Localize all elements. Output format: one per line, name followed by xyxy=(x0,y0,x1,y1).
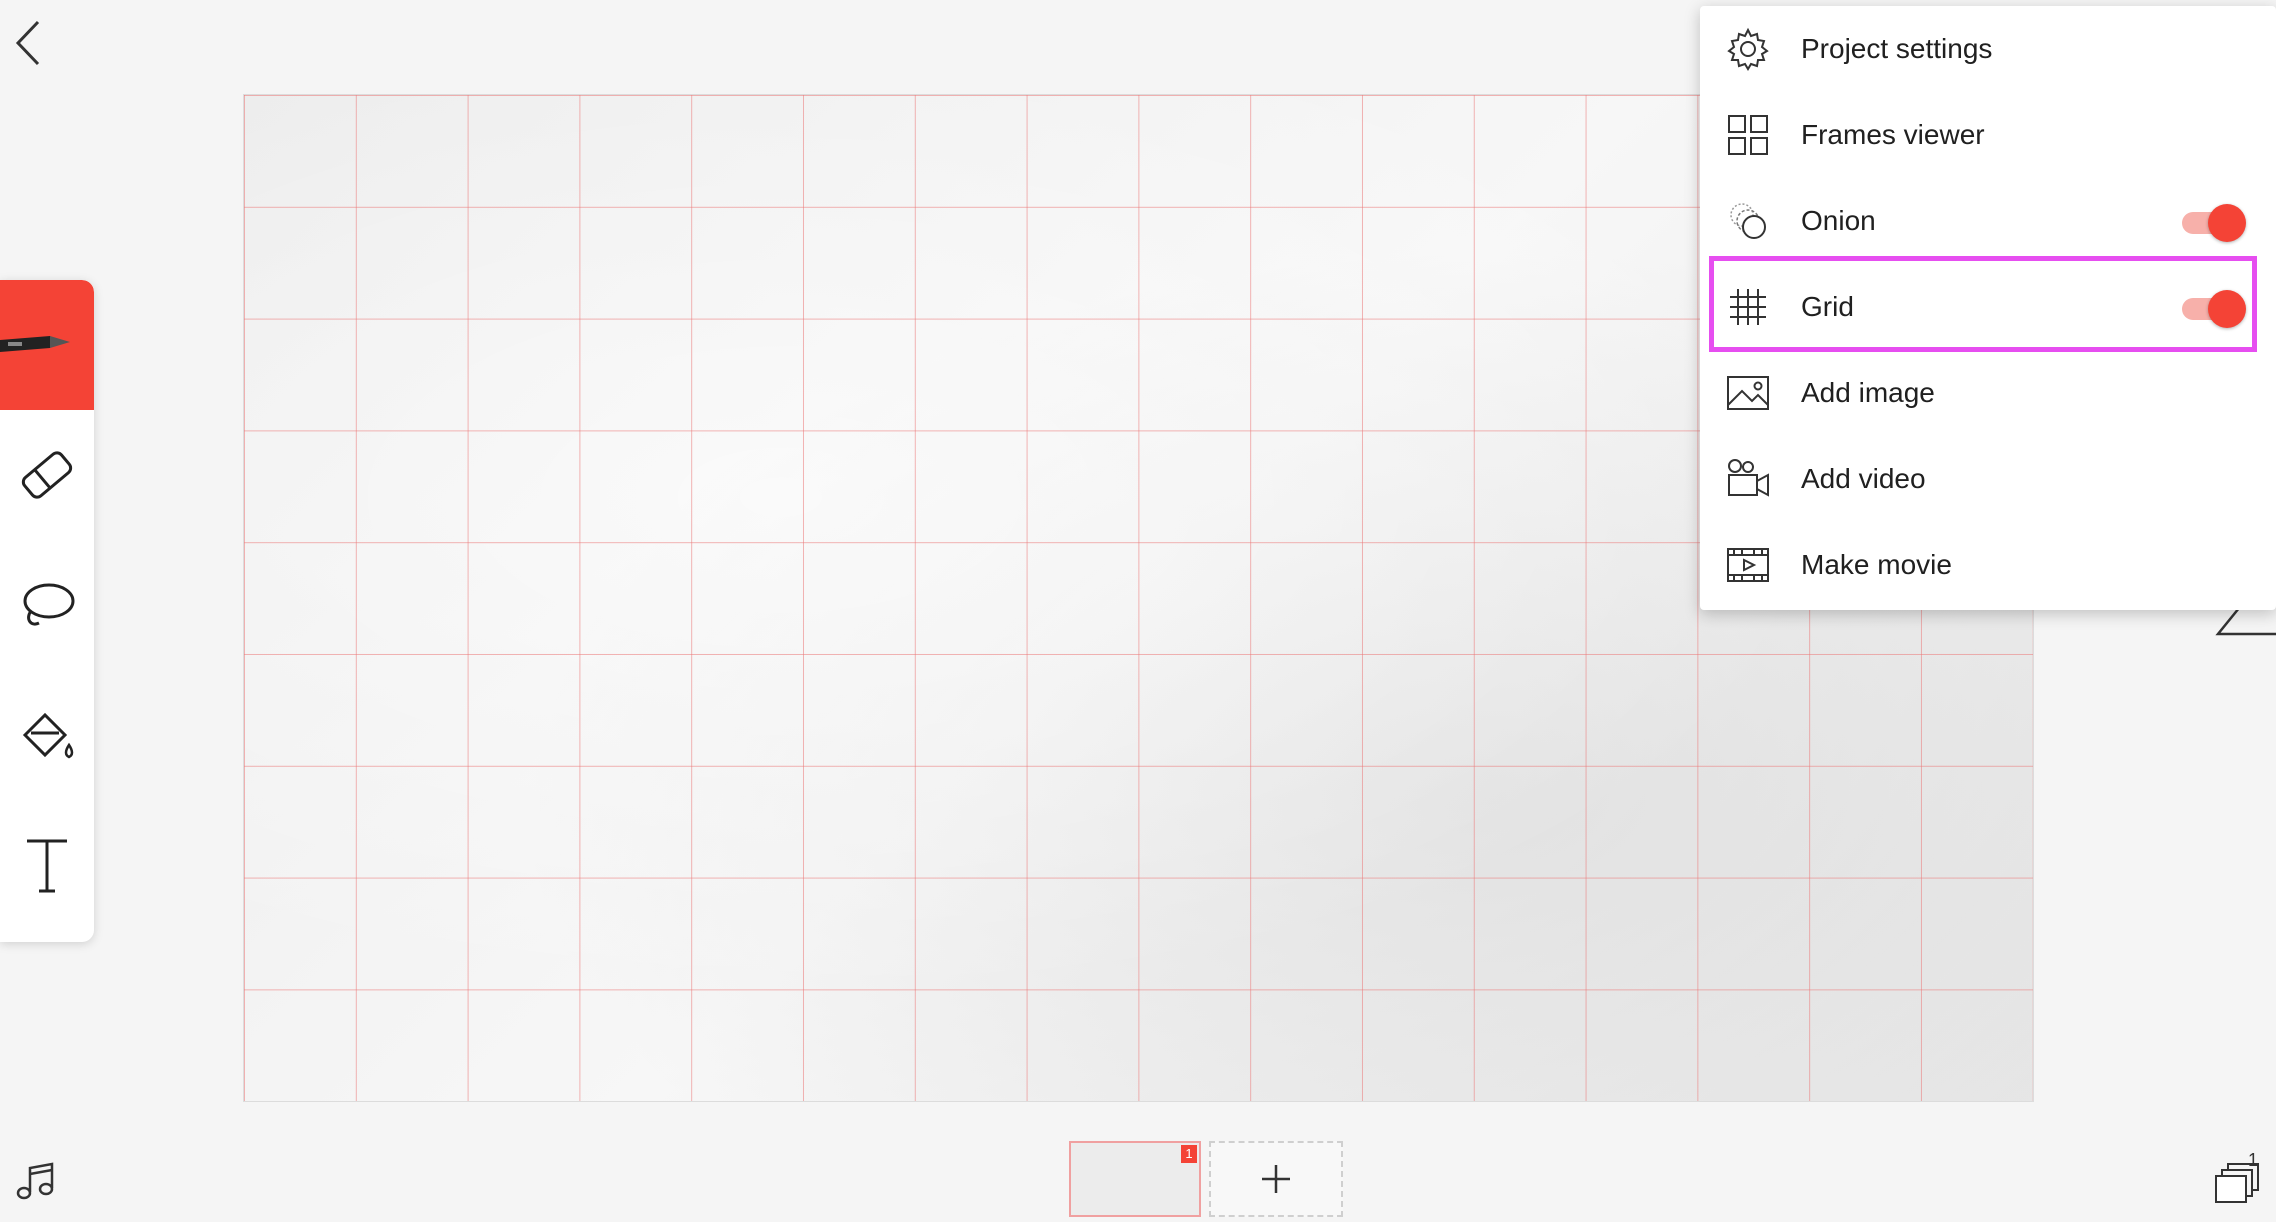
music-button[interactable] xyxy=(14,1160,58,1204)
music-note-icon xyxy=(16,1162,54,1200)
film-icon xyxy=(1727,548,1769,582)
menu-item-add-video[interactable]: Add video xyxy=(1700,436,2276,522)
layers-button[interactable]: 1 xyxy=(2214,1150,2262,1206)
eraser-icon xyxy=(21,451,73,499)
fill-tool[interactable] xyxy=(0,670,94,800)
image-icon xyxy=(1727,376,1769,410)
menu-label: Onion xyxy=(1801,205,1876,236)
paint-bucket-icon xyxy=(22,712,74,759)
menu-item-onion[interactable]: Onion xyxy=(1700,178,2276,264)
options-menu: Project settings Frames viewer Onion Gri… xyxy=(1700,6,2276,610)
add-frame-button[interactable] xyxy=(1209,1141,1343,1217)
pen-icon xyxy=(0,336,70,352)
menu-item-frames-viewer[interactable]: Frames viewer xyxy=(1700,92,2276,178)
plus-icon xyxy=(1262,1165,1290,1193)
eraser-tool[interactable] xyxy=(0,410,94,540)
video-icon xyxy=(1728,459,1769,497)
menu-item-grid[interactable]: Grid xyxy=(1700,264,2276,350)
frame-number-badge: 1 xyxy=(1181,1145,1197,1163)
grid-squares-icon xyxy=(1728,115,1768,155)
menu-label: Project settings xyxy=(1801,33,1993,64)
chevron-left-icon xyxy=(15,20,40,66)
onion-icon xyxy=(1730,203,1766,239)
menu-item-add-image[interactable]: Add image xyxy=(1700,350,2276,436)
menu-label: Make movie xyxy=(1801,549,1952,580)
back-button[interactable] xyxy=(10,18,50,68)
menu-label: Grid xyxy=(1801,291,1854,322)
menu-label: Add video xyxy=(1801,463,1926,494)
toggle-thumb xyxy=(2208,290,2246,328)
text-tool[interactable] xyxy=(0,800,94,930)
menu-item-project-settings[interactable]: Project settings xyxy=(1700,6,2276,92)
toggle-thumb xyxy=(2208,204,2246,242)
hash-grid-icon xyxy=(1730,289,1766,325)
menu-item-make-movie[interactable]: Make movie xyxy=(1700,522,2276,608)
frame-thumbnail[interactable]: 1 xyxy=(1069,1141,1201,1217)
gear-icon xyxy=(1727,27,1769,71)
lasso-tool[interactable] xyxy=(0,540,94,670)
pen-tool[interactable] xyxy=(0,280,94,410)
tool-bar xyxy=(0,280,94,942)
layers-count: 1 xyxy=(2248,1150,2259,1170)
menu-label: Frames viewer xyxy=(1801,119,1985,150)
menu-label: Add image xyxy=(1801,377,1935,408)
grid-toggle[interactable] xyxy=(2182,290,2246,328)
lasso-icon xyxy=(23,583,75,626)
onion-toggle[interactable] xyxy=(2182,204,2246,242)
text-icon xyxy=(27,839,67,893)
